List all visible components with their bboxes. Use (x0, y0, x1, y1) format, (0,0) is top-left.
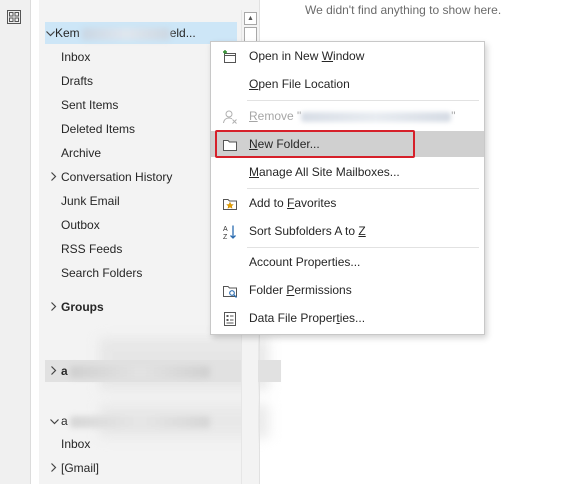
menu-separator (247, 247, 479, 248)
chevron-down-icon[interactable] (45, 24, 55, 46)
account-3-email-redacted (69, 415, 210, 428)
folder-junk-email[interactable]: Junk Email (61, 190, 120, 212)
apps-grid-icon[interactable] (6, 9, 22, 25)
folder-context-menu: Open in New Window Open File Location Re… (210, 41, 485, 335)
chevron-right-icon[interactable] (49, 298, 59, 320)
remove-person-icon (222, 108, 238, 124)
redacted-account-name (301, 111, 452, 122)
menu-sort-subfolders[interactable]: A Z Sort Subfolders A to Z (211, 218, 484, 244)
chevron-right-icon[interactable] (49, 459, 59, 481)
favorite-star-icon (222, 195, 238, 211)
folder-gmail[interactable]: [Gmail] (49, 457, 99, 479)
folder-inbox-account-3[interactable]: Inbox (61, 433, 90, 455)
menu-separator (247, 100, 479, 101)
svg-text:Z: Z (223, 234, 228, 240)
menu-folder-permissions[interactable]: Folder Permissions (211, 277, 484, 303)
folder-permissions-icon (222, 282, 238, 298)
account-2-email-redacted (69, 365, 210, 378)
folder-outbox[interactable]: Outbox (61, 214, 100, 236)
menu-data-file-properties[interactable]: Data File Properties... (211, 305, 484, 331)
chevron-down-icon[interactable] (49, 412, 59, 434)
new-window-icon (222, 48, 238, 64)
menu-add-to-favorites[interactable]: Add to Favorites (211, 190, 484, 216)
account-1-name: Kem (55, 26, 80, 40)
folder-drafts[interactable]: Drafts (61, 70, 93, 92)
folder-deleted-items[interactable]: Deleted Items (61, 118, 135, 140)
svg-text:A: A (223, 226, 228, 233)
sort-az-icon: A Z (222, 223, 238, 241)
scroll-up-arrow-icon[interactable]: ▲ (244, 12, 257, 25)
folder-search-folders[interactable]: Search Folders (61, 262, 142, 284)
folder-archive[interactable]: Archive (61, 142, 101, 164)
folder-sent-items[interactable]: Sent Items (61, 94, 118, 116)
new-folder-highlight-box (215, 130, 415, 158)
empty-message: We didn't find anything to show here. (305, 3, 502, 17)
menu-remove-account: Remove " " (211, 103, 484, 129)
chevron-right-icon[interactable] (49, 362, 59, 384)
account-1-email-redacted (81, 27, 170, 40)
chevron-right-icon[interactable] (49, 168, 59, 190)
account-3-header[interactable]: a (49, 410, 210, 432)
menu-separator (247, 188, 479, 189)
folder-inbox[interactable]: Inbox (61, 46, 90, 68)
menu-manage-site-mailboxes[interactable]: Manage All Site Mailboxes... (211, 159, 484, 185)
properties-icon (222, 310, 238, 326)
folder-conversation-history[interactable]: Conversation History (49, 166, 172, 188)
account-1-name-suffix: eld... (169, 26, 196, 40)
account-1-header[interactable]: Kem eld... (45, 22, 237, 44)
menu-open-file-location[interactable]: Open File Location (211, 71, 484, 97)
menu-open-new-window[interactable]: Open in New Window (211, 43, 484, 69)
folder-rss-feeds[interactable]: RSS Feeds (61, 238, 122, 260)
groups-header[interactable]: Groups (49, 296, 104, 318)
app-rail (0, 0, 31, 484)
menu-account-properties[interactable]: Account Properties... (211, 249, 484, 275)
